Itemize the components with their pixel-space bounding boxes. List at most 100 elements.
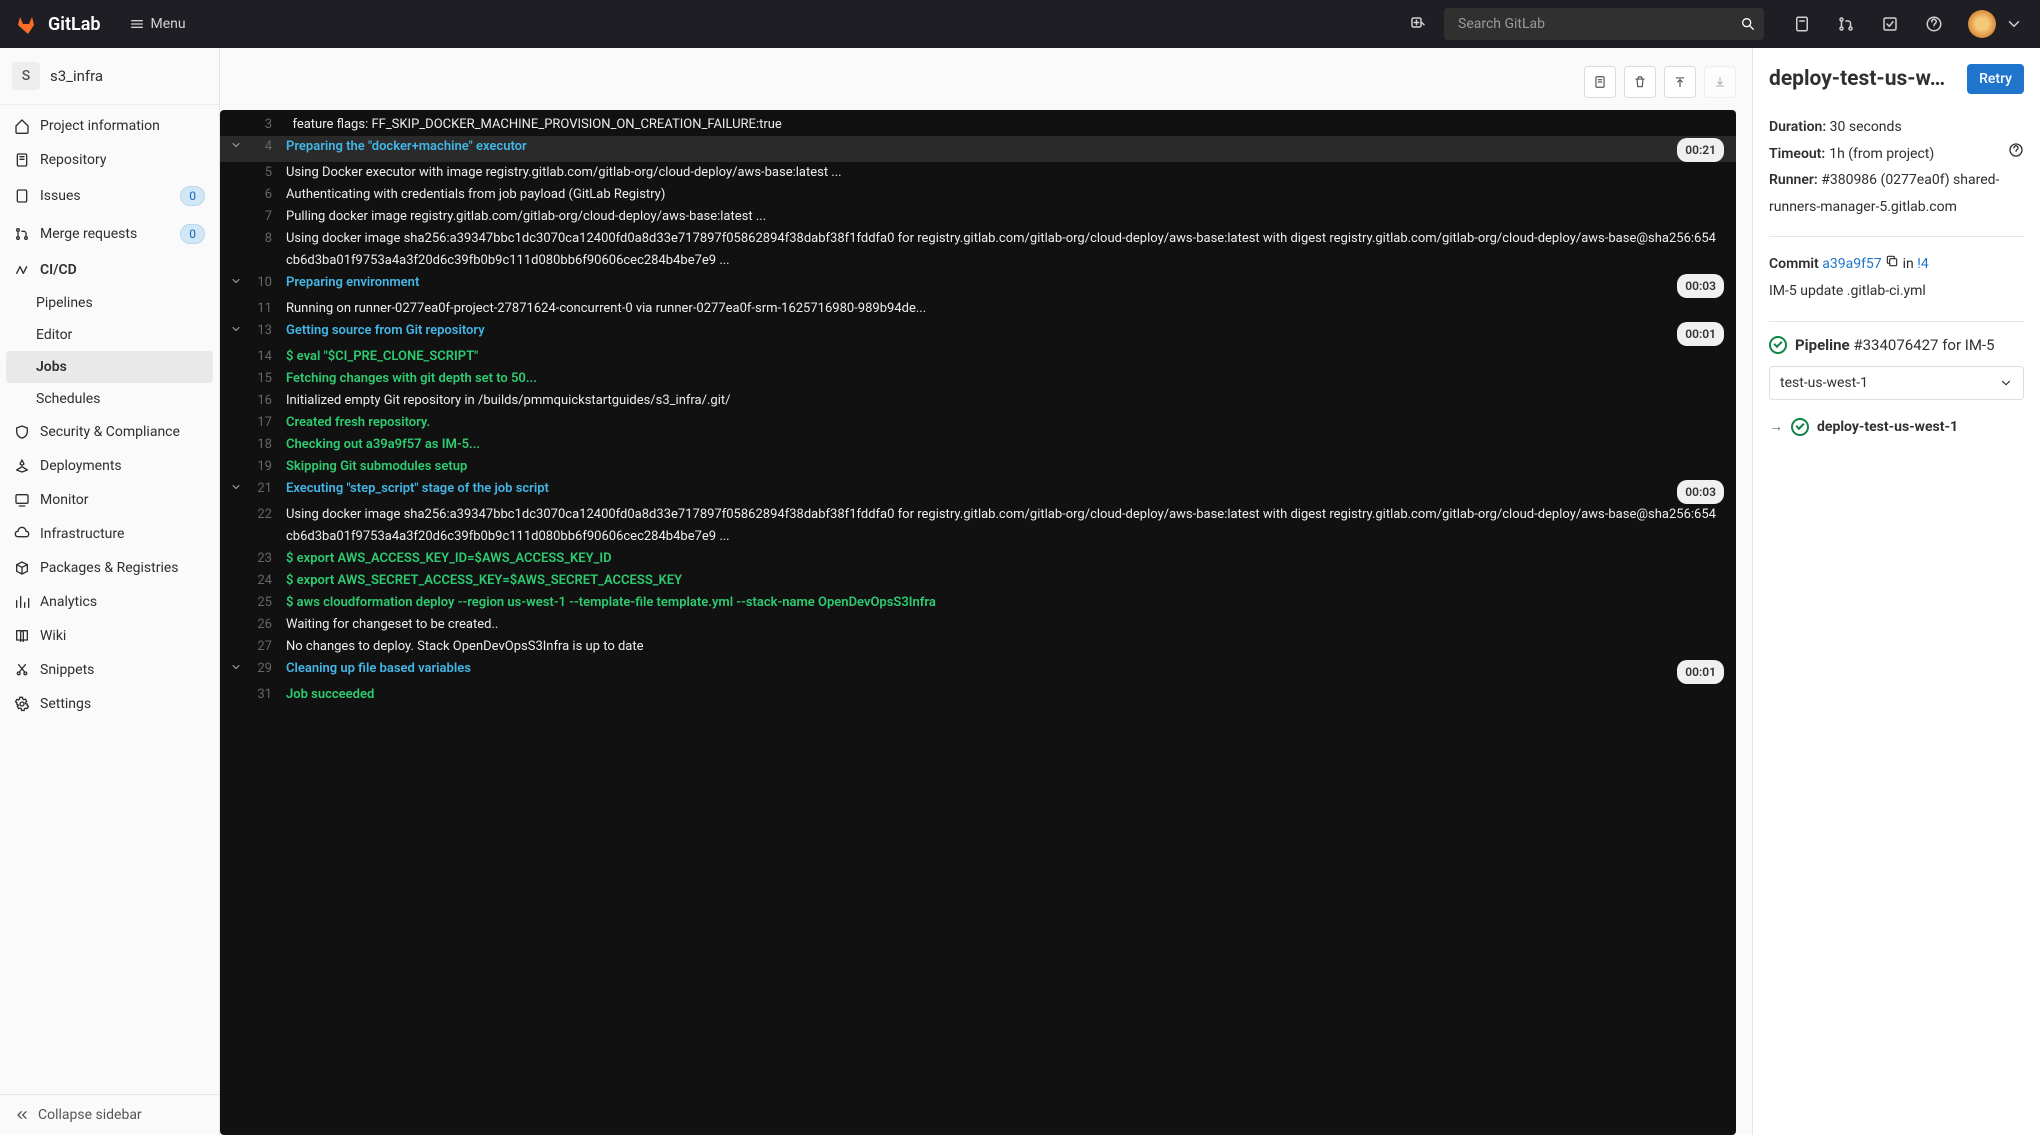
scroll-top-button[interactable] — [1664, 66, 1696, 98]
log-line[interactable]: 29Cleaning up file based variables00:01 — [220, 658, 1736, 684]
brand-label: GitLab — [48, 14, 101, 35]
log-text: Cleaning up file based variables — [286, 658, 1677, 680]
log-text: Running on runner-0277ea0f-project-27871… — [286, 298, 1724, 320]
nav-snippets[interactable]: Snippets — [0, 653, 219, 687]
nav-merge-requests[interactable]: Merge requests0 — [0, 215, 219, 253]
log-line: 24$ export AWS_SECRET_ACCESS_KEY=$AWS_SE… — [220, 570, 1736, 592]
search-box[interactable] — [1444, 8, 1764, 40]
log-line: 17Created fresh repository. — [220, 412, 1736, 434]
section-chevron-icon[interactable] — [226, 320, 246, 335]
nav-deployments[interactable]: Deployments — [0, 449, 219, 483]
menu-button[interactable]: Menu — [121, 12, 194, 36]
log-line[interactable]: 4Preparing the "docker+machine" executor… — [220, 136, 1736, 162]
todos-icon[interactable] — [1872, 6, 1908, 42]
line-number: 18 — [246, 434, 286, 456]
line-number: 10 — [246, 272, 286, 294]
log-text: Preparing the "docker+machine" executor — [286, 136, 1677, 158]
section-timing: 00:01 — [1677, 660, 1724, 684]
nav-monitor[interactable]: Monitor — [0, 483, 219, 517]
mr-link[interactable]: !4 — [1917, 256, 1928, 272]
log-line: 25$ aws cloudformation deploy --region u… — [220, 592, 1736, 614]
collapse-icon — [14, 1107, 30, 1123]
log-text: No changes to deploy. Stack OpenDevOpsS3… — [286, 636, 1724, 658]
log-line: 5Using Docker executor with image regist… — [220, 162, 1736, 184]
log-text: Pulling docker image registry.gitlab.com… — [286, 206, 1724, 228]
nav-cicd[interactable]: CI/CD — [0, 253, 219, 287]
section-chevron-icon[interactable] — [226, 136, 246, 151]
commit-message: IM-5 update .gitlab-ci.yml — [1769, 278, 2024, 305]
nav-project-information[interactable]: Project information — [0, 109, 219, 143]
log-toolbar — [220, 60, 1736, 110]
log-line: 15Fetching changes with git depth set to… — [220, 368, 1736, 390]
nav-infrastructure[interactable]: Infrastructure — [0, 517, 219, 551]
section-chevron-icon[interactable] — [226, 658, 246, 673]
log-line[interactable]: 10Preparing environment00:03 — [220, 272, 1736, 298]
user-avatar[interactable] — [1968, 10, 1996, 38]
sidebar-nav: Project information Repository Issues0 M… — [0, 105, 219, 1094]
log-line: 22Using docker image sha256:a39347bbc1dc… — [220, 504, 1736, 548]
line-number: 27 — [246, 636, 286, 658]
log-line: 16Initialized empty Git repository in /b… — [220, 390, 1736, 412]
commit-sha-link[interactable]: a39a9f57 — [1822, 256, 1881, 272]
nav-pipelines[interactable]: Pipelines — [0, 287, 219, 319]
job-log[interactable]: 3 feature flags: FF_SKIP_DOCKER_MACHINE_… — [220, 110, 1736, 1135]
log-line: 19Skipping Git submodules setup — [220, 456, 1736, 478]
log-text: $ eval "$CI_PRE_CLONE_SCRIPT" — [286, 346, 1724, 368]
log-text: Preparing environment — [286, 272, 1677, 294]
line-number: 4 — [246, 136, 286, 158]
current-job-link[interactable]: → deploy-test-us-west-1 — [1769, 418, 2024, 436]
copy-icon[interactable] — [1885, 256, 1899, 272]
section-chevron-icon[interactable] — [226, 478, 246, 493]
line-number: 14 — [246, 346, 286, 368]
log-text: Created fresh repository. — [286, 412, 1724, 434]
create-dropdown[interactable] — [1400, 6, 1436, 42]
log-line[interactable]: 21Executing "step_script" stage of the j… — [220, 478, 1736, 504]
chevron-down-icon — [1999, 376, 2013, 390]
nav-schedules[interactable]: Schedules — [0, 383, 219, 415]
line-number: 31 — [246, 684, 286, 706]
log-line: 31Job succeeded — [220, 684, 1736, 706]
nav-security[interactable]: Security & Compliance — [0, 415, 219, 449]
log-line[interactable]: 13Getting source from Git repository00:0… — [220, 320, 1736, 346]
retry-button[interactable]: Retry — [1967, 64, 2024, 94]
raw-log-button[interactable] — [1584, 66, 1616, 98]
log-line: 8Using docker image sha256:a39347bbc1dc3… — [220, 228, 1736, 272]
help-icon[interactable] — [1916, 6, 1952, 42]
section-chevron-icon[interactable] — [226, 272, 246, 287]
nav-issues[interactable]: Issues0 — [0, 177, 219, 215]
job-status-icon — [1791, 418, 1809, 436]
nav-settings[interactable]: Settings — [0, 687, 219, 721]
nav-jobs[interactable]: Jobs — [6, 351, 213, 383]
line-number: 21 — [246, 478, 286, 500]
erase-log-button[interactable] — [1624, 66, 1656, 98]
job-title: deploy-test-us-w… — [1769, 67, 1967, 91]
project-header[interactable]: S s3_infra — [0, 48, 219, 105]
merge-requests-icon[interactable] — [1828, 6, 1864, 42]
user-dropdown-chevron[interactable] — [2004, 6, 2024, 42]
stage-select[interactable]: test-us-west-1 — [1769, 366, 2024, 400]
search-input[interactable] — [1452, 16, 1740, 32]
arrow-right-icon: → — [1769, 418, 1783, 435]
nav-analytics[interactable]: Analytics — [0, 585, 219, 619]
job-details-panel: deploy-test-us-w… Retry Duration: 30 sec… — [1752, 48, 2040, 1135]
line-number: 3 — [246, 114, 286, 136]
log-area: 3 feature flags: FF_SKIP_DOCKER_MACHINE_… — [220, 48, 1752, 1135]
nav-editor[interactable]: Editor — [0, 319, 219, 351]
collapse-sidebar[interactable]: Collapse sidebar — [0, 1094, 219, 1135]
nav-repository[interactable]: Repository — [0, 143, 219, 177]
log-line: 18Checking out a39a9f57 as IM-5... — [220, 434, 1736, 456]
mr-count-badge: 0 — [180, 224, 205, 244]
line-number: 6 — [246, 184, 286, 206]
log-line: 7Pulling docker image registry.gitlab.co… — [220, 206, 1736, 228]
nav-packages[interactable]: Packages & Registries — [0, 551, 219, 585]
log-text: Fetching changes with git depth set to 5… — [286, 368, 1724, 390]
pipeline-status-icon — [1769, 336, 1787, 354]
log-text: $ export AWS_ACCESS_KEY_ID=$AWS_ACCESS_K… — [286, 548, 1724, 570]
scroll-bottom-button[interactable] — [1704, 66, 1736, 98]
log-text: Job succeeded — [286, 684, 1724, 706]
section-timing: 00:03 — [1677, 480, 1724, 504]
help-icon[interactable] — [2008, 141, 2024, 168]
issues-icon[interactable] — [1784, 6, 1820, 42]
nav-wiki[interactable]: Wiki — [0, 619, 219, 653]
line-number: 8 — [246, 228, 286, 250]
